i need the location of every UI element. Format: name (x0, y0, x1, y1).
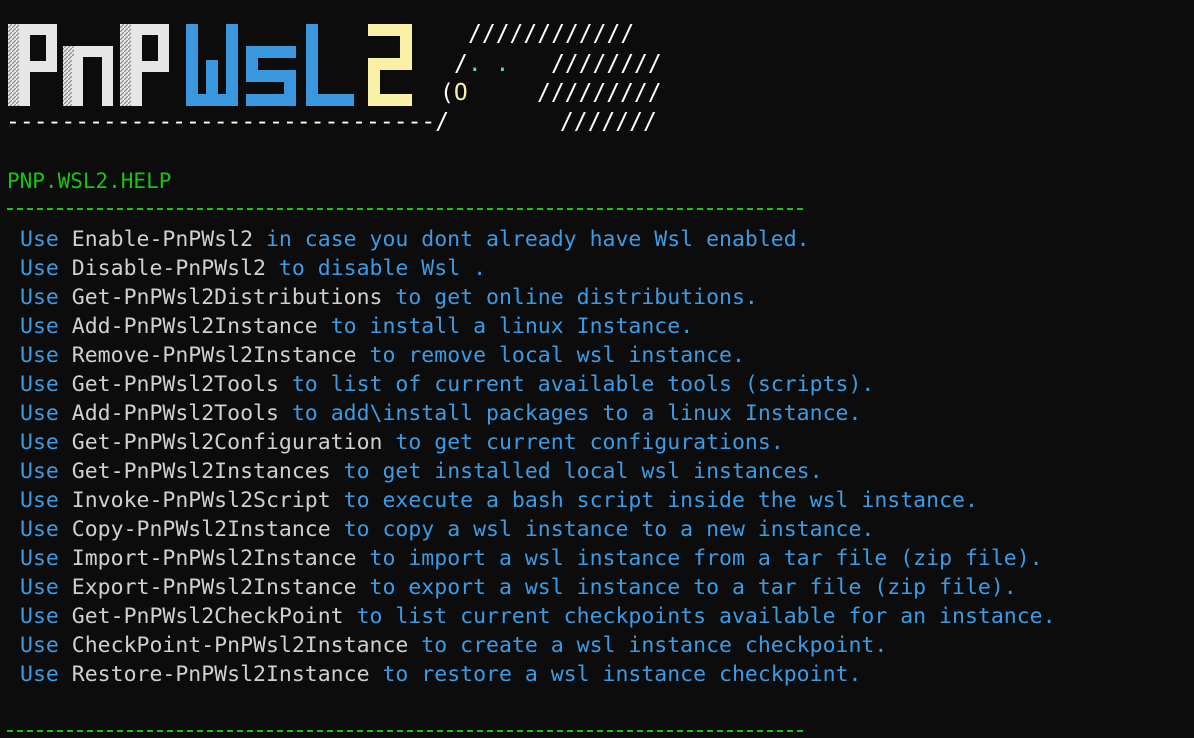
command-name: Remove-PnPWsl2Instance (71, 343, 357, 368)
help-item-export-instance: Use Export-PnPWsl2Instance to export a w… (20, 573, 1056, 602)
logo-part-wsl (186, 24, 354, 106)
divider-top (7, 208, 803, 210)
command-description: to export a wsl instance to a tar file (… (369, 575, 1017, 600)
use-keyword: Use (20, 343, 59, 368)
help-title: PNP.WSL2.HELP (7, 169, 172, 193)
use-keyword: Use (20, 604, 59, 629)
use-keyword: Use (20, 633, 59, 658)
command-name: Invoke-PnPWsl2Script (71, 488, 331, 513)
use-keyword: Use (20, 430, 59, 455)
use-keyword: Use (20, 459, 59, 484)
help-item-enable: Use Enable-PnPWsl2 in case you dont alre… (20, 225, 1056, 254)
command-name: Get-PnPWsl2Distributions (71, 285, 383, 310)
help-item-get-distributions: Use Get-PnPWsl2Distributions to get onli… (20, 283, 1056, 312)
help-item-checkpoint-instance: Use CheckPoint-PnPWsl2Instance to create… (20, 631, 1056, 660)
help-item-restore-instance: Use Restore-PnPWsl2Instance to restore a… (20, 660, 1056, 689)
command-description: to install a linux Instance. (330, 314, 694, 339)
command-description: to disable Wsl . (278, 256, 487, 281)
command-name: CheckPoint-PnPWsl2Instance (71, 633, 409, 658)
ascii-eyes: . . (467, 51, 510, 77)
help-item-invoke-script: Use Invoke-PnPWsl2Script to execute a ba… (20, 486, 1056, 515)
command-name: Disable-PnPWsl2 (71, 256, 266, 281)
command-name: Copy-PnPWsl2Instance (71, 517, 331, 542)
command-description: to restore a wsl instance checkpoint. (382, 662, 862, 687)
use-keyword: Use (20, 372, 59, 397)
help-item-add-tools: Use Add-PnPWsl2Tools to add\install pack… (20, 399, 1056, 428)
use-keyword: Use (20, 575, 59, 600)
use-keyword: Use (20, 314, 59, 339)
command-name: Get-PnPWsl2Configuration (71, 430, 383, 455)
use-keyword: Use (20, 256, 59, 281)
command-description: to get online distributions. (395, 285, 758, 310)
ascii-line-3: (O ///////// (440, 80, 662, 106)
help-item-remove-instance: Use Remove-PnPWsl2Instance to remove loc… (20, 341, 1056, 370)
use-keyword: Use (20, 401, 59, 426)
use-keyword: Use (20, 227, 59, 252)
divider-bottom (7, 730, 803, 732)
command-description: to add\install packages to a linux Insta… (291, 401, 862, 426)
command-description: to execute a bash script inside the wsl … (343, 488, 978, 513)
command-name: Enable-PnPWsl2 (71, 227, 254, 252)
command-description: to get current configurations. (395, 430, 784, 455)
ascii-line-2: /. . //////// (454, 51, 662, 77)
command-description: to create a wsl instance checkpoint. (421, 633, 888, 658)
help-item-get-checkpoint: Use Get-PnPWsl2CheckPoint to list curren… (20, 602, 1056, 631)
use-keyword: Use (20, 546, 59, 571)
command-name: Get-PnPWsl2Instances (71, 459, 331, 484)
ascii-line-4: -------------------------------/ /////// (6, 109, 657, 135)
help-item-disable: Use Disable-PnPWsl2 to disable Wsl . (20, 254, 1056, 283)
ascii-nose: O (453, 80, 468, 106)
command-name: Add-PnPWsl2Tools (71, 401, 279, 426)
command-description: to import a wsl instance from a tar file… (369, 546, 1043, 571)
help-item-get-tools: Use Get-PnPWsl2Tools to list of current … (20, 370, 1056, 399)
terminal-window[interactable]: //////////// /. . //////// (O ///////// … (0, 0, 1194, 738)
banner: //////////// /. . //////// (O ///////// … (0, 0, 700, 150)
use-keyword: Use (20, 662, 59, 687)
ascii-line-1: //////////// (468, 21, 635, 47)
command-description: in case you dont already have Wsl enable… (265, 227, 810, 252)
logo-part-pnp (8, 24, 169, 106)
command-description: to get installed local wsl instances. (343, 459, 823, 484)
command-description: to copy a wsl instance to a new instance… (343, 517, 875, 542)
command-description: to list of current available tools (scri… (291, 372, 875, 397)
command-name: Import-PnPWsl2Instance (71, 546, 357, 571)
help-item-import-instance: Use Import-PnPWsl2Instance to import a w… (20, 544, 1056, 573)
logo-part-2 (368, 24, 412, 106)
use-keyword: Use (20, 285, 59, 310)
help-command-list: Use Enable-PnPWsl2 in case you dont alre… (20, 225, 1056, 689)
command-name: Export-PnPWsl2Instance (71, 575, 357, 600)
command-name: Get-PnPWsl2CheckPoint (71, 604, 344, 629)
command-name: Restore-PnPWsl2Instance (71, 662, 370, 687)
help-item-copy-instance: Use Copy-PnPWsl2Instance to copy a wsl i… (20, 515, 1056, 544)
command-name: Get-PnPWsl2Tools (71, 372, 279, 397)
use-keyword: Use (20, 488, 59, 513)
pnpwsl2-logo (8, 24, 412, 106)
command-name: Add-PnPWsl2Instance (71, 314, 318, 339)
command-description: to remove local wsl instance. (369, 343, 745, 368)
help-item-get-instances: Use Get-PnPWsl2Instances to get installe… (20, 457, 1056, 486)
help-item-get-configuration: Use Get-PnPWsl2Configuration to get curr… (20, 428, 1056, 457)
help-item-add-instance: Use Add-PnPWsl2Instance to install a lin… (20, 312, 1056, 341)
use-keyword: Use (20, 517, 59, 542)
command-description: to list current checkpoints available fo… (356, 604, 1056, 629)
